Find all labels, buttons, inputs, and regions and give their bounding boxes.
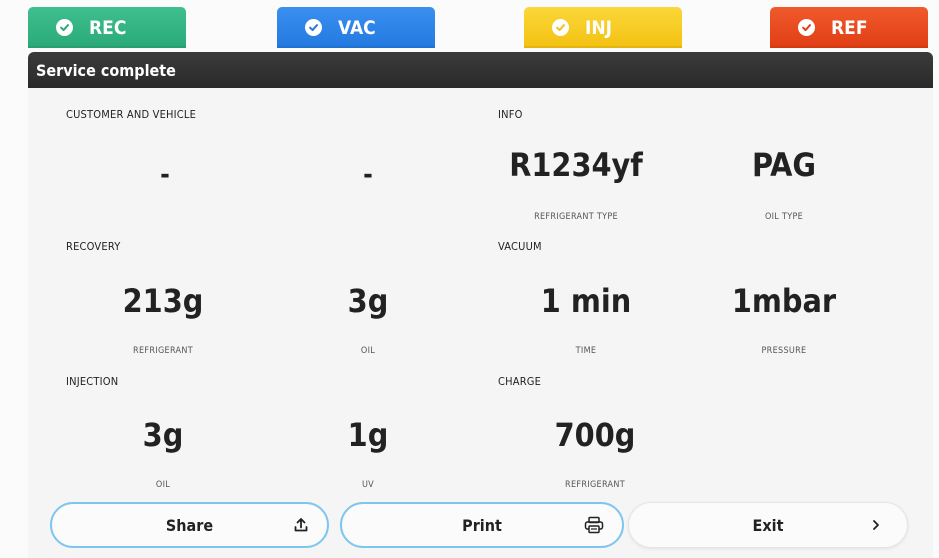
print-button-label: Print	[462, 515, 502, 535]
vacuum-pressure-value: 1mbar	[731, 282, 837, 320]
injection-oil-caption: OIL	[155, 480, 171, 490]
upload-icon	[293, 517, 309, 533]
vacuum-pressure-caption: PRESSURE	[761, 346, 807, 356]
refrigerant-type-value: R1234yf	[509, 146, 643, 184]
section-label-info: INFO	[498, 108, 523, 121]
printer-icon	[584, 516, 604, 534]
charge-refrigerant-caption: REFRIGERANT	[565, 480, 625, 490]
injection-uv-value: 1g	[347, 416, 389, 454]
check-circle-icon	[798, 19, 815, 36]
share-button[interactable]: Share	[50, 502, 329, 548]
section-label-vacuum: VACUUM	[498, 240, 542, 253]
customer-value: -	[160, 160, 170, 190]
check-circle-icon	[305, 19, 322, 36]
process-tabs: REC VAC INJ REF	[0, 0, 939, 48]
page-title: Service complete	[28, 52, 933, 88]
summary-panel: CUSTOMER AND VEHICLE INFO - - R1234yf PA…	[28, 88, 933, 558]
tab-ref[interactable]: REF	[770, 7, 928, 48]
service-complete-screen: REC VAC INJ REF Service complete CUSTOME…	[0, 0, 939, 558]
check-circle-icon	[552, 19, 569, 36]
tab-label: INJ	[585, 16, 613, 39]
injection-oil-value: 3g	[142, 416, 184, 454]
charge-refrigerant-value: 700g	[554, 416, 636, 454]
recovery-refrigerant-value: 213g	[122, 282, 204, 320]
recovery-refrigerant-caption: REFRIGERANT	[133, 346, 193, 356]
print-button[interactable]: Print	[340, 502, 624, 548]
tab-inj[interactable]: INJ	[524, 7, 682, 48]
exit-button[interactable]: Exit	[628, 502, 908, 548]
exit-button-label: Exit	[752, 515, 784, 535]
vehicle-value: -	[363, 160, 373, 190]
section-label-recovery: RECOVERY	[66, 240, 121, 253]
tab-rec[interactable]: REC	[28, 7, 186, 48]
oil-type-caption: OIL TYPE	[764, 212, 804, 222]
chevron-right-icon	[871, 519, 881, 531]
check-circle-icon	[56, 19, 73, 36]
recovery-oil-value: 3g	[347, 282, 389, 320]
share-button-label: Share	[165, 515, 214, 535]
tab-label: REC	[89, 16, 127, 39]
oil-type-value: PAG	[751, 146, 817, 184]
tab-label: VAC	[338, 16, 376, 39]
vacuum-time-caption: TIME	[575, 346, 597, 356]
tab-label: REF	[831, 16, 868, 39]
injection-uv-caption: UV	[361, 480, 375, 490]
section-label-charge: CHARGE	[498, 375, 542, 388]
section-label-customer: CUSTOMER AND VEHICLE	[66, 108, 197, 121]
vacuum-time-value: 1 min	[540, 282, 632, 320]
tab-vac[interactable]: VAC	[277, 7, 435, 48]
recovery-oil-caption: OIL	[360, 346, 376, 356]
refrigerant-type-caption: REFRIGERANT TYPE	[534, 212, 618, 222]
section-label-injection: INJECTION	[66, 375, 119, 388]
